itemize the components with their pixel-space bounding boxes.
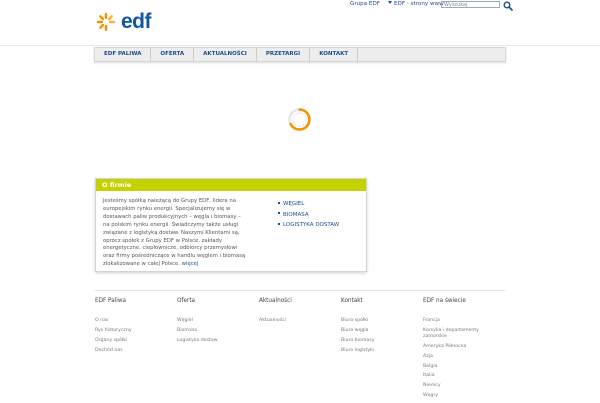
footer-link[interactable]: Biuro logistyki [341, 348, 411, 354]
footer-col-kontakt: Kontakt Biuro spółki Biuro węgla Biuro b… [341, 298, 411, 358]
footer-col-oferta: Oferta Węgiel Biomasa Logistyka dostaw [177, 298, 247, 348]
link-logistyka[interactable]: LOGISTYKA DOSTAW [278, 222, 339, 228]
nav-aktualnosci[interactable]: AKTUALNOŚCI [194, 48, 257, 61]
footer-link[interactable]: Niemcy [423, 383, 493, 389]
bullet-icon [278, 212, 280, 215]
footer-link[interactable]: Italia [423, 373, 493, 379]
footer-col-aktualnosci: Aktualności Aktualności [259, 298, 329, 328]
footer-link[interactable]: Biuro biomasy [341, 338, 411, 344]
top-link-edf-sites[interactable]: EDF - strony www [388, 1, 444, 7]
footer-heading: Oferta [177, 298, 196, 304]
footer-col-edf-na-swiecie: EDF na świecie Francja Korsyka i departa… [423, 298, 493, 403]
footer-col-edf-paliwa: EDF Paliwa O nas Rys historyczny Organy … [95, 298, 165, 358]
link-wegiel[interactable]: WĘGIEL [278, 201, 339, 207]
search-icon[interactable] [503, 1, 513, 11]
link-logistyka-label: LOGISTYKA DOSTAW [283, 222, 340, 229]
footer-link[interactable]: Korsyka i departamenty zamorskie [423, 328, 493, 340]
bullet-icon [278, 201, 280, 204]
top-links: Grupa EDF EDF - strony www [350, 1, 444, 7]
footer-link[interactable]: Ameryka Północna [423, 344, 493, 350]
footer-link[interactable]: Dochód nas [95, 348, 165, 354]
dropdown-triangle-icon [388, 1, 392, 4]
top-link-edf-sites-label: EDF - strony www [394, 1, 444, 7]
footer-link[interactable]: Francja [423, 318, 493, 324]
nav-kontakt[interactable]: KONTAKT [310, 48, 359, 61]
header-divider [0, 45, 600, 46]
footer-heading: Kontakt [341, 298, 363, 304]
footer-heading: EDF na świecie [423, 298, 466, 304]
about-box: O firmie Jesteśmy spółką należącą do Gru… [95, 178, 367, 272]
footer-link[interactable]: Węgry [423, 393, 493, 399]
edf-sun-icon [96, 12, 116, 32]
edf-logo[interactable]: edf [95, 10, 152, 33]
nav-edf-paliwa[interactable]: EDF PALIWA [95, 48, 152, 61]
footer-link[interactable]: Rys historyczny [95, 328, 165, 334]
footer-link[interactable]: Biuro węgla [341, 328, 411, 334]
footer-heading: Aktualności [259, 298, 292, 304]
footer-divider [95, 290, 505, 291]
about-text: Jesteśmy spółką należącą do Grupy EDF, l… [103, 198, 246, 269]
link-wegiel-label: WĘGIEL [283, 201, 305, 207]
nav-przetargi[interactable]: PRZETARGI [257, 48, 311, 61]
main-nav: EDF PALIWA OFERTA AKTUALNOŚCI PRZETARGI … [94, 47, 506, 62]
logo-text: edf [121, 10, 152, 33]
link-biomasa-label: BIOMASA [283, 211, 309, 218]
bullet-icon [278, 222, 280, 225]
loading-spinner-icon [288, 108, 311, 131]
footer-link[interactable]: O nas [95, 318, 165, 324]
footer-link[interactable]: Biomasa [177, 328, 247, 334]
footer-link[interactable]: Azja [423, 354, 493, 360]
about-links: WĘGIEL BIOMASA LOGISTYKA DOSTAW [278, 201, 339, 233]
search-input[interactable]: Wyszukaj [441, 1, 500, 8]
link-biomasa[interactable]: BIOMASA [278, 212, 339, 218]
about-box-title: O firmie [96, 179, 366, 191]
about-text-body: Jesteśmy spółką należącą do Grupy EDF, l… [103, 198, 246, 268]
footer-link[interactable]: Organy spółki [95, 338, 165, 344]
footer-link[interactable]: Węgiel [177, 318, 247, 324]
footer-link[interactable]: Logistyka dostaw [177, 338, 247, 344]
footer-link[interactable]: Belgia [423, 364, 493, 370]
footer-link[interactable]: Aktualności [259, 318, 329, 324]
nav-oferta[interactable]: OFERTA [151, 48, 195, 61]
top-link-grupa-edf[interactable]: Grupa EDF [350, 1, 380, 7]
about-more-link[interactable]: więcej [182, 261, 199, 267]
footer-heading: EDF Paliwa [95, 298, 127, 304]
footer-link[interactable]: Biuro spółki [341, 318, 411, 324]
